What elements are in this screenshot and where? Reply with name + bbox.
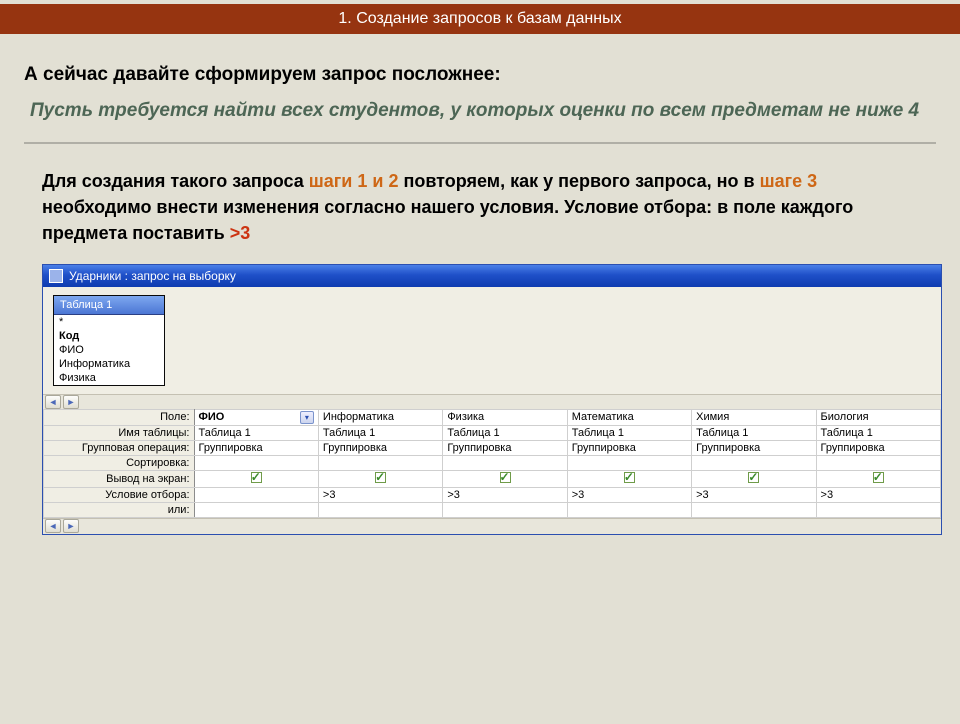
- field-item[interactable]: Код: [54, 329, 164, 343]
- instr-part: необходимо внести изменения согласно наш…: [42, 197, 853, 243]
- grid-cell[interactable]: [692, 455, 816, 470]
- grid-cell[interactable]: [194, 502, 318, 517]
- grid-cell[interactable]: [443, 470, 567, 487]
- grid-row-label: Сортировка:: [44, 455, 195, 470]
- window-title: Ударники : запрос на выборку: [69, 269, 236, 283]
- grid-cell[interactable]: Математика: [567, 409, 691, 425]
- show-checkbox[interactable]: [375, 472, 386, 483]
- grid-row-label: Поле:: [44, 409, 195, 425]
- upper-hscroll[interactable]: ◄ ►: [43, 394, 941, 409]
- grid-row-label: Условие отбора:: [44, 487, 195, 502]
- field-item[interactable]: Физика: [54, 371, 164, 385]
- design-grid[interactable]: Поле:ФИО▾ИнформатикаФизикаМатематикаХими…: [43, 409, 941, 518]
- grid-cell[interactable]: Группировка: [318, 440, 442, 455]
- grid-cell[interactable]: [816, 455, 940, 470]
- show-checkbox[interactable]: [873, 472, 884, 483]
- grid-cell[interactable]: Таблица 1: [443, 425, 567, 440]
- grid-cell[interactable]: Таблица 1: [194, 425, 318, 440]
- grid-cell[interactable]: [318, 502, 442, 517]
- access-query-window: Ударники : запрос на выборку Таблица 1 *…: [42, 264, 942, 535]
- grid-cell[interactable]: Группировка: [692, 440, 816, 455]
- grid-cell[interactable]: [567, 502, 691, 517]
- grid-cell[interactable]: [318, 470, 442, 487]
- grid-cell[interactable]: [443, 502, 567, 517]
- scroll-right-icon[interactable]: ►: [63, 395, 79, 409]
- grid-cell[interactable]: [567, 470, 691, 487]
- instr-part: Для создания такого запроса: [42, 171, 309, 191]
- grid-hscroll[interactable]: ◄ ►: [43, 518, 941, 534]
- field-item[interactable]: ФИО: [54, 343, 164, 357]
- instr-steps12: шаги 1 и 2: [309, 171, 399, 191]
- grid-row-label: Вывод на экран:: [44, 470, 195, 487]
- grid-cell[interactable]: Биология: [816, 409, 940, 425]
- scroll-left-icon[interactable]: ◄: [45, 519, 61, 533]
- source-table-name: Таблица 1: [60, 299, 112, 311]
- grid-cell[interactable]: Таблица 1: [318, 425, 442, 440]
- show-checkbox[interactable]: [500, 472, 511, 483]
- window-icon: [49, 269, 63, 283]
- grid-cell[interactable]: [194, 455, 318, 470]
- slide-header: 1. Создание запросов к базам данных: [0, 4, 960, 34]
- grid-cell[interactable]: Информатика: [318, 409, 442, 425]
- grid-cell[interactable]: >3: [567, 487, 691, 502]
- grid-cell[interactable]: [194, 487, 318, 502]
- grid-cell[interactable]: >3: [816, 487, 940, 502]
- instr-part: повторяем, как у первого запроса, но в: [398, 171, 759, 191]
- show-checkbox[interactable]: [624, 472, 635, 483]
- grid-cell[interactable]: Группировка: [443, 440, 567, 455]
- divider: [24, 142, 936, 144]
- grid-cell[interactable]: [318, 455, 442, 470]
- task-text: Пусть требуется найти всех студентов, у …: [24, 98, 936, 124]
- grid-cell[interactable]: Группировка: [816, 440, 940, 455]
- field-item[interactable]: *: [54, 315, 164, 329]
- grid-cell[interactable]: Таблица 1: [692, 425, 816, 440]
- dropdown-arrow-icon[interactable]: ▾: [300, 411, 314, 424]
- instr-step3: шаге 3: [760, 171, 818, 191]
- grid-cell[interactable]: >3: [318, 487, 442, 502]
- instr-gt3: >3: [230, 223, 251, 243]
- intro-text: А сейчас давайте сформируем запрос посло…: [24, 64, 936, 86]
- grid-cell[interactable]: Группировка: [194, 440, 318, 455]
- slide-header-text: 1. Создание запросов к базам данных: [338, 10, 621, 28]
- grid-row-label: или:: [44, 502, 195, 517]
- tables-pane: Таблица 1 *КодФИОИнформатикаФизика ◄ ►: [43, 287, 941, 409]
- show-checkbox[interactable]: [251, 472, 262, 483]
- grid-cell[interactable]: >3: [443, 487, 567, 502]
- field-item[interactable]: Информатика: [54, 357, 164, 371]
- grid-cell[interactable]: [443, 455, 567, 470]
- window-titlebar[interactable]: Ударники : запрос на выборку: [43, 265, 941, 287]
- grid-cell[interactable]: Таблица 1: [567, 425, 691, 440]
- grid-cell[interactable]: [816, 470, 940, 487]
- instruction-text: Для создания такого запроса шаги 1 и 2 п…: [24, 168, 936, 264]
- source-table-box[interactable]: Таблица 1 *КодФИОИнформатикаФизика: [53, 295, 165, 386]
- scroll-left-icon[interactable]: ◄: [45, 395, 61, 409]
- scroll-right-icon[interactable]: ►: [63, 519, 79, 533]
- grid-cell[interactable]: [194, 470, 318, 487]
- show-checkbox[interactable]: [748, 472, 759, 483]
- source-table-title[interactable]: Таблица 1: [54, 296, 164, 315]
- field-list[interactable]: *КодФИОИнформатикаФизика: [54, 315, 164, 385]
- design-grid-wrap: Поле:ФИО▾ИнформатикаФизикаМатематикаХими…: [43, 409, 941, 534]
- grid-cell[interactable]: Химия: [692, 409, 816, 425]
- grid-cell[interactable]: >3: [692, 487, 816, 502]
- grid-cell[interactable]: [692, 470, 816, 487]
- grid-cell[interactable]: Физика: [443, 409, 567, 425]
- grid-row-label: Групповая операция:: [44, 440, 195, 455]
- grid-cell[interactable]: Группировка: [567, 440, 691, 455]
- grid-cell[interactable]: [692, 502, 816, 517]
- grid-cell[interactable]: [816, 502, 940, 517]
- grid-cell[interactable]: ФИО▾: [194, 409, 318, 425]
- grid-cell[interactable]: Таблица 1: [816, 425, 940, 440]
- grid-row-label: Имя таблицы:: [44, 425, 195, 440]
- grid-cell[interactable]: [567, 455, 691, 470]
